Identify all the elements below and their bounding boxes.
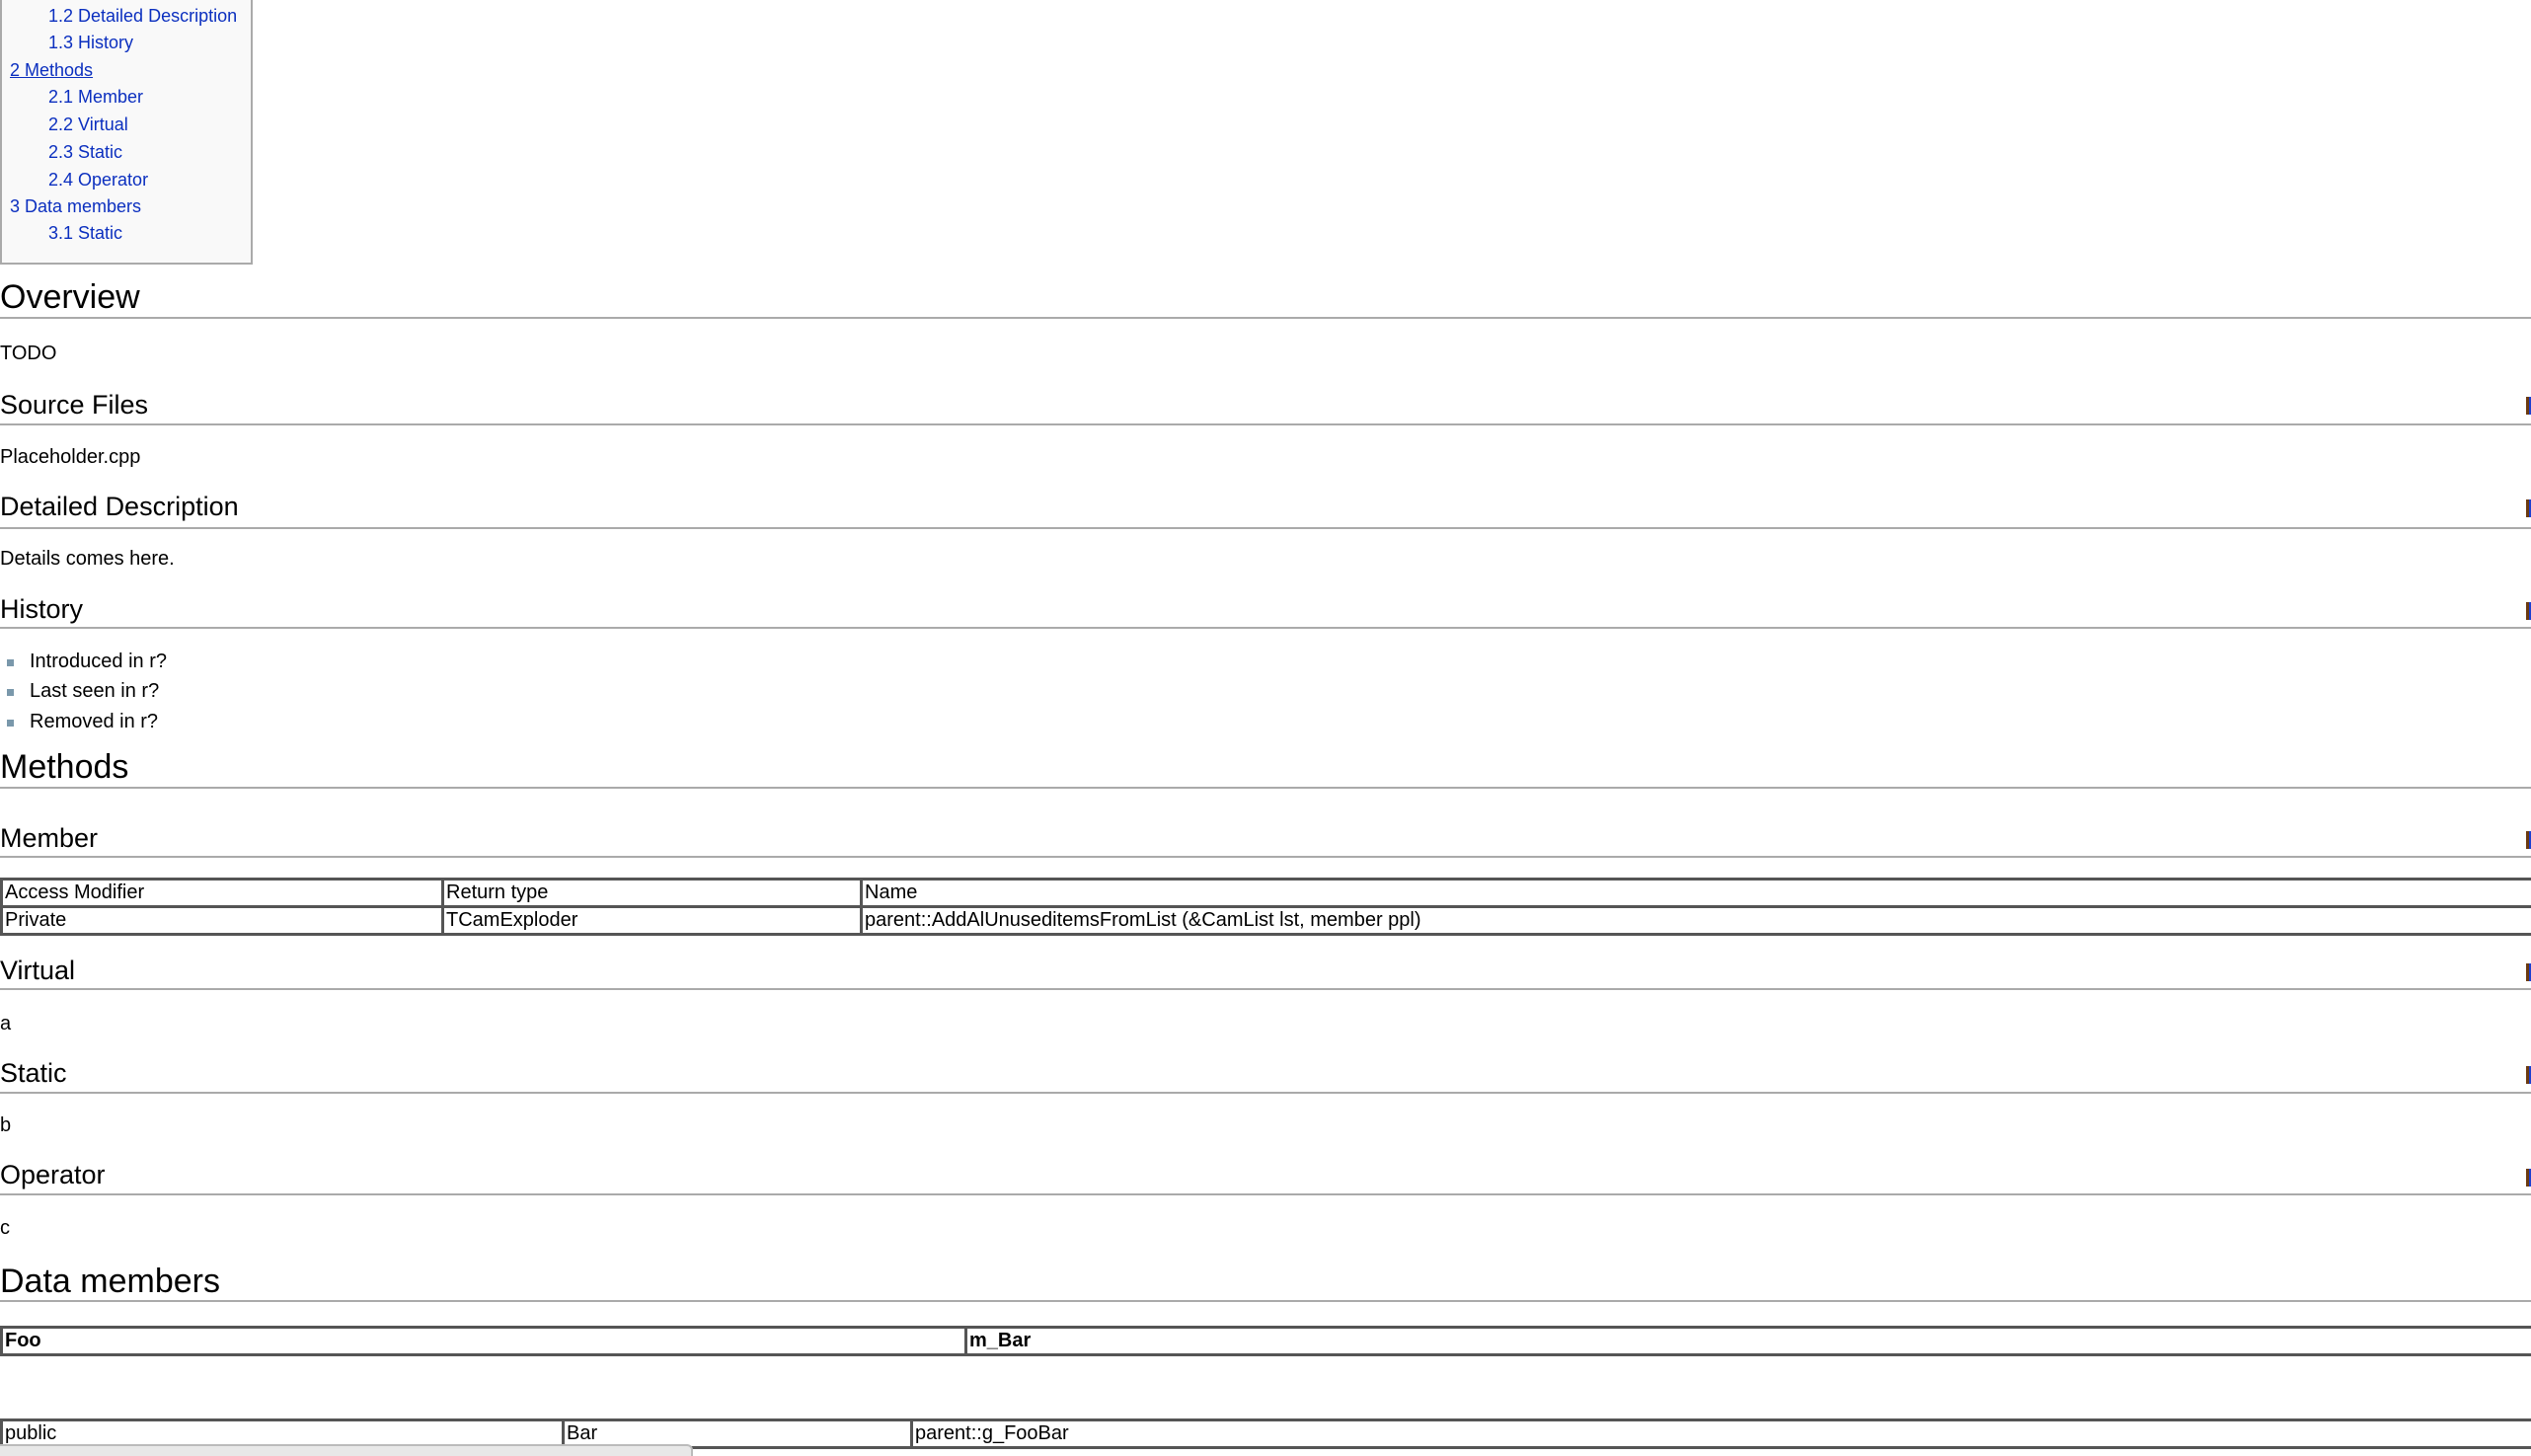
table-cell: parent::AddAlUnuseditemsFromList (&CamLi…: [862, 907, 2531, 935]
divider: [0, 856, 2531, 858]
edit-section-icon[interactable]: [2526, 397, 2531, 415]
table-cell: parent::g_FooBar: [912, 1420, 2531, 1448]
heading-source-files: Source Files: [0, 391, 148, 419]
divider: [0, 527, 2531, 529]
table-row: Foo m_Bar: [2, 1328, 2531, 1355]
member-methods-table: Access Modifier Return type Name Private…: [0, 878, 2531, 936]
edit-section-icon[interactable]: [2526, 963, 2531, 981]
divider: [0, 1092, 2531, 1094]
toc-item-methods[interactable]: 2 Methods: [10, 60, 93, 81]
source-files-text: Placeholder.cpp: [0, 446, 140, 468]
table-of-contents: 1.2 Detailed Description 1.3 History 2 M…: [0, 0, 253, 265]
edit-section-icon[interactable]: [2526, 602, 2531, 620]
overview-text: TODO: [0, 343, 56, 364]
heading-static: Static: [0, 1059, 67, 1087]
heading-data-members: Data members: [0, 1264, 220, 1298]
bullet-icon: [7, 689, 14, 696]
bullet-icon: [7, 659, 14, 666]
toc-item-member[interactable]: 2.1 Member: [48, 87, 143, 108]
operator-text: c: [0, 1217, 10, 1239]
data-members-table: Foo m_Bar: [0, 1326, 2531, 1356]
table-row: Private TCamExploder parent::AddAlUnused…: [2, 907, 2531, 935]
heading-detailed-description: Detailed Description: [0, 493, 239, 520]
divider: [0, 317, 2531, 319]
table-cell: Access Modifier: [2, 880, 443, 907]
history-item: Removed in r?: [30, 711, 158, 732]
history-item: Introduced in r?: [30, 651, 167, 672]
heading-virtual: Virtual: [0, 957, 75, 984]
table-cell: Foo: [2, 1328, 966, 1355]
edit-section-icon[interactable]: [2526, 831, 2531, 849]
divider: [0, 988, 2531, 990]
divider: [0, 787, 2531, 789]
heading-member: Member: [0, 824, 98, 852]
bullet-icon: [7, 720, 14, 727]
heading-methods: Methods: [0, 750, 128, 784]
heading-operator: Operator: [0, 1161, 106, 1188]
divider: [0, 1300, 2531, 1302]
horizontal-scrollbar[interactable]: [0, 1444, 693, 1456]
edit-section-icon[interactable]: [2526, 499, 2531, 517]
table-cell: TCamExploder: [443, 907, 862, 935]
detailed-text: Details comes here.: [0, 548, 175, 570]
static-text: b: [0, 1114, 11, 1136]
toc-item-operator[interactable]: 2.4 Operator: [48, 170, 148, 191]
divider: [0, 423, 2531, 425]
table-cell: Return type: [443, 880, 862, 907]
toc-item-static[interactable]: 2.3 Static: [48, 142, 122, 163]
toc-item-data-static[interactable]: 3.1 Static: [48, 223, 122, 244]
toc-item-data-members[interactable]: 3 Data members: [10, 196, 141, 217]
divider: [0, 627, 2531, 629]
virtual-text: a: [0, 1013, 11, 1035]
toc-item-virtual[interactable]: 2.2 Virtual: [48, 115, 128, 135]
history-item: Last seen in r?: [30, 680, 159, 702]
edit-section-icon[interactable]: [2526, 1169, 2531, 1187]
divider: [0, 1193, 2531, 1195]
table-row: Access Modifier Return type Name: [2, 880, 2531, 907]
heading-history: History: [0, 595, 83, 623]
edit-section-icon[interactable]: [2526, 1066, 2531, 1084]
table-cell: m_Bar: [966, 1328, 2531, 1355]
heading-overview: Overview: [0, 280, 140, 314]
table-cell: Private: [2, 907, 443, 935]
toc-item-detailed-description[interactable]: 1.2 Detailed Description: [48, 6, 237, 27]
toc-item-history[interactable]: 1.3 History: [48, 33, 133, 53]
table-cell: Name: [862, 880, 2531, 907]
